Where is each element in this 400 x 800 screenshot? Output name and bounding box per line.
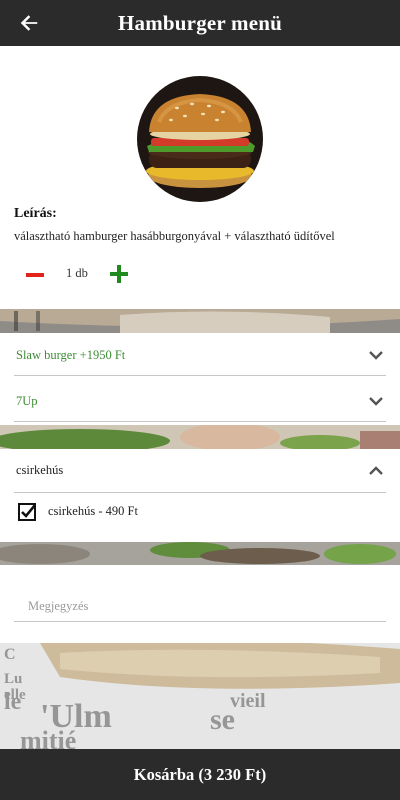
- page-title: Hamburger menü: [118, 10, 282, 35]
- background-image: [0, 542, 400, 565]
- drink-select-value: 7Up: [16, 394, 38, 408]
- increase-button[interactable]: [108, 263, 130, 285]
- svg-text:le: le: [4, 689, 22, 715]
- checkbox-checked-icon[interactable]: [18, 503, 36, 521]
- svg-text:C: C: [4, 646, 16, 663]
- quantity-stepper: 1 db: [20, 259, 140, 289]
- chevron-down-icon: [369, 351, 383, 360]
- header-bar: Hamburger menü: [0, 0, 400, 46]
- add-to-cart-label: Kosárba (3 230 Ft): [133, 764, 267, 784]
- burger-photo: [137, 76, 263, 202]
- divider: [14, 492, 386, 493]
- svg-text:vieil: vieil: [230, 690, 266, 712]
- quantity-value: 1 db: [66, 266, 88, 280]
- burger-select-value: Slaw burger +1950 Ft: [16, 348, 126, 362]
- background-image: [0, 425, 400, 449]
- add-to-cart-button[interactable]: Kosárba (3 230 Ft): [0, 749, 400, 800]
- extras-title: csirkehús: [16, 463, 64, 477]
- back-button[interactable]: [16, 10, 42, 36]
- chevron-up-icon[interactable]: [368, 463, 384, 479]
- extras-card: csirkehús csirkehús - 490 Ft: [0, 449, 400, 542]
- burger-select[interactable]: Slaw burger +1950 Ft: [14, 335, 386, 376]
- svg-text:se: se: [210, 703, 235, 736]
- description-text: választható hamburger hasábburgonyával +…: [14, 229, 335, 243]
- note-input[interactable]: [14, 592, 386, 622]
- note-card: [0, 565, 400, 643]
- chevron-down-icon: [369, 397, 383, 406]
- plus-icon: [110, 265, 128, 283]
- description-title: Leírás:: [14, 206, 57, 221]
- drink-select[interactable]: 7Up: [14, 381, 386, 422]
- arrow-left-icon: [20, 15, 38, 31]
- options-card: Slaw burger +1950 Ft 7Up: [0, 333, 400, 425]
- svg-text:Lu: Lu: [4, 671, 22, 687]
- svg-text:mitié: mitié: [20, 726, 76, 749]
- background-image: [0, 309, 400, 333]
- extra-option-label: csirkehús - 490 Ft: [48, 504, 138, 518]
- background-image: C Lu elle le vieil 'Ulm se mitié: [0, 643, 400, 749]
- decrease-button[interactable]: [24, 264, 46, 286]
- minus-icon: [26, 273, 44, 277]
